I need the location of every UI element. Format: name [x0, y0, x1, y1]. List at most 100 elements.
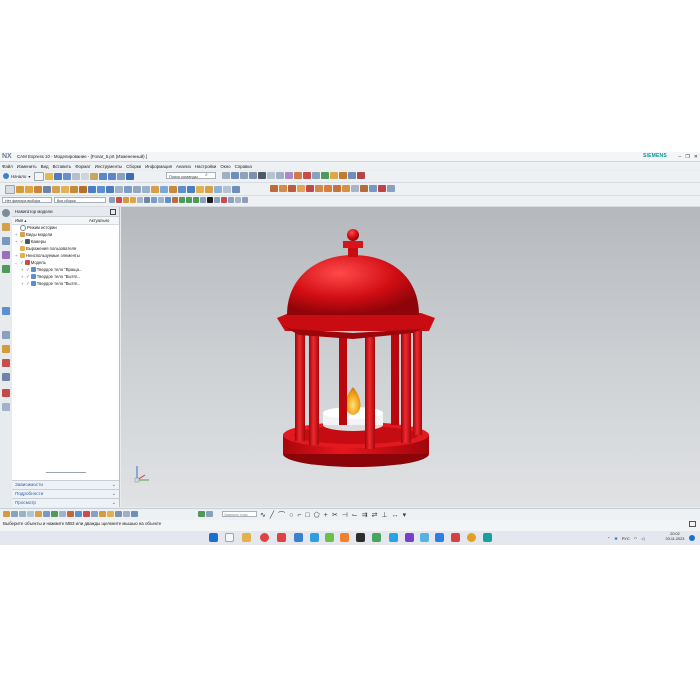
tree-toggle[interactable]: + — [15, 253, 19, 258]
polygon-icon[interactable]: ⬠ — [314, 511, 320, 519]
end-point-icon[interactable] — [172, 197, 178, 203]
menu-item[interactable]: Инструменты — [95, 164, 122, 169]
sketch-tool-icon[interactable] — [3, 511, 10, 517]
menu-item[interactable]: Формат — [75, 164, 91, 169]
word-app-icon[interactable] — [435, 533, 444, 542]
tree-item-user-expressions[interactable]: Выражения пользователя — [15, 245, 76, 252]
replace-face-icon[interactable] — [297, 185, 305, 192]
menu-item[interactable]: Вид — [41, 164, 49, 169]
menu-item[interactable]: Сборки — [126, 164, 141, 169]
panel-dependencies[interactable]: Зависимости ⌄ — [12, 480, 119, 489]
curve-on-surface-icon[interactable] — [115, 511, 122, 517]
youtube-music-icon[interactable] — [277, 533, 286, 542]
sweep-icon[interactable] — [342, 185, 350, 192]
through-curves-icon[interactable] — [333, 185, 341, 192]
constraints-icon[interactable]: ⊥ — [381, 511, 387, 519]
edge-browser-icon[interactable] — [294, 533, 303, 542]
quick-extend-icon[interactable]: ⊣ — [342, 511, 348, 519]
wcs-icon[interactable] — [348, 172, 356, 179]
chamfer-icon[interactable] — [133, 186, 141, 193]
arc-center-icon[interactable] — [200, 197, 206, 203]
layers-icon[interactable] — [249, 172, 257, 179]
sketch-filter-icon[interactable] — [158, 197, 164, 203]
copy-icon[interactable] — [81, 173, 89, 180]
circle-icon[interactable]: ○ — [289, 512, 293, 519]
navigator-maximize-icon[interactable] — [110, 209, 116, 215]
tree-toggle[interactable]: – — [15, 260, 19, 265]
palette-icon[interactable] — [2, 389, 10, 397]
menu-item[interactable]: Анализ — [176, 164, 191, 169]
dimension-icon[interactable]: ↔ — [392, 512, 399, 519]
blend-icon[interactable] — [124, 186, 132, 193]
task-view-icon[interactable] — [225, 533, 234, 542]
panel-preview[interactable]: Просмотр ⌄ — [12, 498, 119, 507]
extrude-icon[interactable] — [16, 186, 24, 193]
move-object-icon[interactable] — [339, 172, 347, 179]
save-all-icon[interactable] — [63, 173, 71, 180]
sew-icon[interactable] — [351, 185, 359, 192]
control-point-icon[interactable] — [186, 197, 192, 203]
text-curve-icon[interactable] — [91, 511, 98, 517]
bridge-curve-icon[interactable] — [67, 511, 74, 517]
revolve-icon[interactable] — [25, 186, 33, 193]
type-filter-select[interactable]: Нет фильтра выбора — [2, 197, 52, 203]
selection-icon[interactable] — [126, 173, 134, 180]
datum-plane-icon[interactable] — [205, 186, 213, 193]
boss-icon[interactable] — [43, 186, 51, 193]
curve-tools-icon[interactable] — [369, 185, 377, 192]
undo-icon[interactable] — [99, 173, 107, 180]
show-icon[interactable] — [312, 172, 320, 179]
law-curve-icon[interactable] — [107, 511, 114, 517]
block-icon[interactable] — [61, 186, 69, 193]
render-style-icon[interactable] — [267, 172, 275, 179]
rotate-icon[interactable] — [285, 172, 293, 179]
navigator-scrollbar[interactable] — [46, 472, 86, 473]
mirror-sketch-icon[interactable]: ⇄ — [372, 511, 378, 519]
vlc-player-icon[interactable] — [340, 533, 349, 542]
body-filter-icon[interactable] — [144, 197, 150, 203]
offset-sketch-icon[interactable]: ⇉ — [362, 511, 368, 519]
tree-toggle[interactable]: + — [21, 267, 25, 272]
telegram-icon[interactable] — [389, 533, 398, 542]
sketch-name-icon[interactable] — [206, 511, 213, 517]
open-file-icon[interactable] — [45, 173, 53, 180]
patch-icon[interactable] — [360, 185, 368, 192]
split-body-icon[interactable] — [196, 186, 204, 193]
point-filter-icon[interactable] — [165, 197, 171, 203]
deselect-icon[interactable] — [116, 197, 122, 203]
menu-item[interactable]: Файл — [2, 164, 13, 169]
notes-app-icon[interactable] — [310, 533, 319, 542]
sketch-more-icon[interactable]: ▾ — [403, 511, 407, 519]
scope-select[interactable]: Вся сборка — [54, 197, 106, 203]
quick-trim-icon[interactable]: ✂ — [332, 511, 338, 519]
feature-filter-icon[interactable] — [123, 197, 129, 203]
resource-bar-settings-icon[interactable] — [2, 209, 10, 217]
mirror-icon[interactable] — [178, 186, 186, 193]
face-filter-icon[interactable] — [130, 197, 136, 203]
color-icon[interactable] — [321, 172, 329, 179]
shell-icon[interactable] — [151, 186, 159, 193]
make-corner-icon[interactable]: ⌙ — [352, 511, 358, 519]
minimize-button[interactable]: – — [679, 154, 682, 160]
start-menu-button[interactable]: Начало ▾ — [3, 172, 30, 180]
bluetooth-icon[interactable]: ✱ — [614, 536, 617, 541]
arc-icon[interactable]: ⌒ — [278, 510, 285, 520]
sphere-icon[interactable] — [88, 186, 96, 193]
cut-icon[interactable] — [72, 173, 80, 180]
intersect-icon[interactable] — [115, 186, 123, 193]
tree-toggle[interactable]: + — [21, 274, 25, 279]
pull-face-icon[interactable] — [279, 185, 287, 192]
background-icon[interactable] — [258, 172, 266, 179]
menu-item[interactable]: Изменить — [17, 164, 37, 169]
tree-item-extrude-body-2[interactable]: + ✓ Твердое тело "Вытяг... — [21, 280, 80, 287]
offset-region-icon[interactable] — [288, 185, 296, 192]
combined-curve-icon[interactable] — [75, 511, 82, 517]
draft-icon[interactable] — [142, 186, 150, 193]
pocket-icon[interactable] — [52, 186, 60, 193]
mid-point-icon[interactable] — [179, 197, 185, 203]
new-file-icon[interactable] — [34, 172, 44, 181]
process-studio-icon[interactable] — [2, 345, 10, 353]
more-tools-icon[interactable] — [357, 172, 365, 179]
tree-item-history-mode[interactable]: Режим истории — [15, 224, 57, 231]
docs-app-icon[interactable] — [420, 533, 429, 542]
